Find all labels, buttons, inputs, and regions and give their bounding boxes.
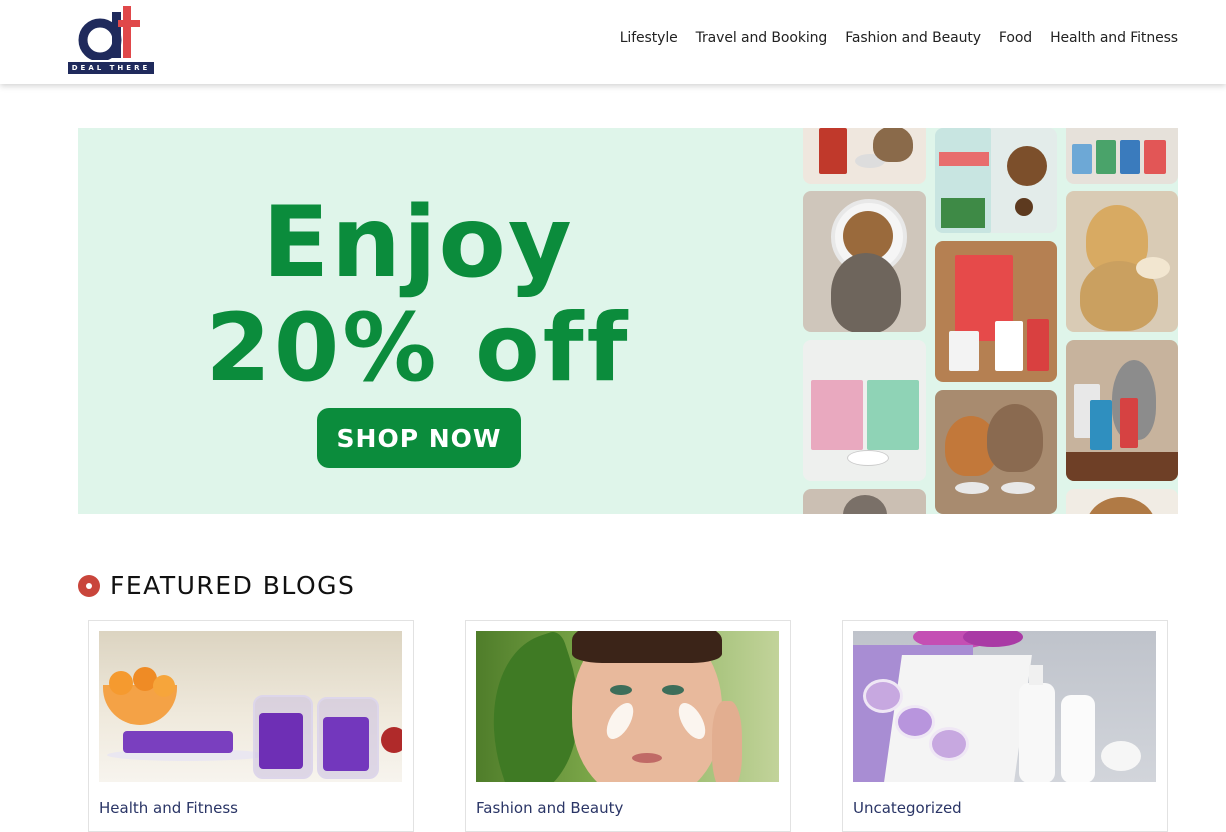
collage-photo [1066, 340, 1178, 481]
pet-food-collage [803, 128, 1178, 514]
promo-discount: 20% off [205, 294, 631, 403]
blog-card[interactable]: Fashion and Beauty [465, 620, 791, 832]
blog-card[interactable]: Uncategorized [842, 620, 1168, 832]
bullet-circle-icon [78, 574, 100, 597]
nav-item-lifestyle[interactable]: Lifestyle [620, 30, 678, 46]
collage-photo [803, 340, 926, 481]
nav-item-fashion-and-beauty[interactable]: Fashion and Beauty [845, 30, 981, 46]
collage-photo [803, 191, 926, 332]
collage-photo [1066, 128, 1178, 184]
promo-headline: Enjoy [262, 186, 574, 300]
collage-photo [935, 390, 1057, 514]
collage-photo [935, 241, 1057, 382]
site-header: DEAL THERE Lifestyle Travel and Booking … [0, 0, 1226, 84]
blog-card-category[interactable]: Fashion and Beauty [476, 799, 623, 817]
collage-photo [935, 128, 1057, 233]
nav-item-food[interactable]: Food [999, 30, 1032, 46]
blog-card-image[interactable] [476, 631, 779, 782]
nav-item-travel-and-booking[interactable]: Travel and Booking [696, 30, 828, 46]
blog-card-category[interactable]: Health and Fitness [99, 799, 238, 817]
site-logo[interactable]: DEAL THERE [68, 6, 154, 74]
blog-card-image[interactable] [853, 631, 1156, 782]
blog-card-category[interactable]: Uncategorized [853, 799, 962, 817]
logo-mark-icon [78, 6, 140, 60]
section-title: FEATURED BLOGS [110, 571, 356, 600]
shop-now-button[interactable]: SHOP NOW [317, 408, 521, 468]
nav-item-health-and-fitness[interactable]: Health and Fitness [1050, 30, 1178, 46]
collage-photo [803, 489, 926, 514]
blog-card-image[interactable] [99, 631, 402, 782]
blog-card[interactable]: Health and Fitness [88, 620, 414, 832]
collage-photo [1066, 191, 1178, 332]
collage-photo [803, 128, 926, 184]
logo-wordmark: DEAL THERE [68, 62, 154, 74]
main-nav: Lifestyle Travel and Booking Fashion and… [620, 30, 1178, 46]
promo-banner[interactable]: Enjoy 20% off SHOP NOW [78, 128, 1178, 514]
collage-photo [1066, 489, 1178, 514]
featured-blogs-heading: FEATURED BLOGS [78, 571, 355, 600]
